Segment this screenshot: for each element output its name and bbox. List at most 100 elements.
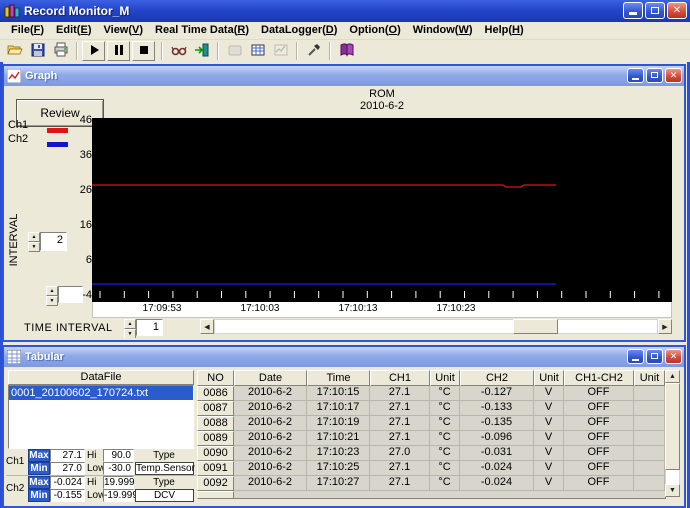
- graph-maximize-button[interactable]: [646, 68, 663, 83]
- toolbar-separator: [296, 42, 298, 60]
- graph-window-icon: [7, 69, 21, 83]
- table-cell: 27.0: [370, 446, 430, 461]
- time-interval-label: TIME INTERVAL: [24, 322, 113, 334]
- pause-button[interactable]: [107, 41, 130, 61]
- menu-item-edit[interactable]: Edit(E): [50, 23, 97, 38]
- tabular-titlebar: Tabular ✕: [4, 347, 684, 367]
- v-scrollbar-thumb[interactable]: [665, 383, 680, 470]
- graph-minimize-button[interactable]: [627, 68, 644, 83]
- time-interval-spinner: ▲ ▼ 1: [124, 319, 163, 336]
- play-button[interactable]: [82, 41, 105, 61]
- plot-area: [92, 118, 672, 302]
- x-tick-label: 17:10:03: [228, 303, 292, 314]
- column-header-unit[interactable]: Unit: [534, 370, 564, 386]
- type-value[interactable]: DCV: [135, 489, 194, 502]
- table-cell: 2010-6-2: [234, 476, 307, 491]
- column-header-ch2[interactable]: CH2: [460, 370, 534, 386]
- spin-up-icon[interactable]: ▲: [124, 319, 136, 329]
- h-scrollbar-track[interactable]: [214, 319, 658, 334]
- table-row[interactable]: 00872010-6-217:10:1727.1°C-0.133VOFF: [197, 401, 665, 416]
- offset-value[interactable]: [58, 286, 83, 303]
- interval-value[interactable]: 2: [40, 232, 67, 251]
- tools-button[interactable]: [302, 41, 325, 61]
- open-button[interactable]: [3, 41, 26, 61]
- table-row[interactable]: 00892010-6-217:10:2127.1°C-0.096VOFF: [197, 431, 665, 446]
- row-number-cell: 0087: [197, 401, 234, 416]
- column-header-time[interactable]: Time: [307, 370, 370, 386]
- interval-axis-label: INTERVAL: [8, 213, 20, 267]
- tabular-close-button[interactable]: ✕: [665, 349, 682, 364]
- table-row[interactable]: 00902010-6-217:10:2327.0°C-0.031VOFF: [197, 446, 665, 461]
- toolbar-separator: [76, 42, 78, 60]
- help-button[interactable]: [335, 41, 358, 61]
- help-icon: [339, 42, 355, 61]
- time-interval-value[interactable]: 1: [136, 319, 163, 336]
- table-cell: V: [534, 461, 564, 476]
- table-cell: V: [534, 476, 564, 491]
- toolbar-separator: [329, 42, 331, 60]
- scroll-right-icon[interactable]: ▶: [658, 319, 672, 334]
- graph-close-button[interactable]: ✕: [665, 68, 682, 83]
- window-button: [223, 41, 246, 61]
- close-button[interactable]: ✕: [667, 2, 687, 19]
- scroll-down-icon[interactable]: ▼: [665, 484, 680, 497]
- print-button[interactable]: [49, 41, 72, 61]
- table-cell: 27.1: [370, 476, 430, 491]
- table-row[interactable]: 00912010-6-217:10:2527.1°C-0.024VOFF: [197, 461, 665, 476]
- min-label: Min: [28, 462, 50, 475]
- type-value[interactable]: Temp.Sensor: [135, 462, 194, 475]
- menu-item-view[interactable]: View(V): [98, 23, 150, 38]
- spin-down-icon[interactable]: ▼: [46, 296, 58, 306]
- maximize-button[interactable]: [645, 2, 665, 19]
- toolbar-separator: [161, 42, 163, 60]
- datafile-item[interactable]: 0001_20100602_170724.txt: [9, 386, 193, 400]
- column-header-ch1-ch2[interactable]: CH1-CH2: [564, 370, 634, 386]
- tabular-window-icon: [7, 350, 21, 364]
- menu-item-option[interactable]: Option(O): [343, 23, 406, 38]
- spin-up-icon[interactable]: ▲: [46, 286, 58, 296]
- interval-spinner: ▲ ▼ 2: [28, 232, 67, 251]
- menu-item-file[interactable]: File(F): [5, 23, 50, 38]
- close-icon: ✕: [673, 5, 681, 16]
- table-cell: OFF: [564, 431, 634, 446]
- x-tick-label: 17:09:53: [130, 303, 194, 314]
- table-row[interactable]: 00862010-6-217:10:1527.1°C-0.127VOFF: [197, 386, 665, 401]
- menu-item-window[interactable]: Window(W): [407, 23, 479, 38]
- save-button[interactable]: [26, 41, 49, 61]
- scroll-up-icon[interactable]: ▲: [665, 370, 680, 383]
- menu-item-help[interactable]: Help(H): [479, 23, 530, 38]
- table-cell: °C: [430, 386, 460, 401]
- glasses-button[interactable]: [167, 41, 190, 61]
- close-icon: ✕: [670, 351, 678, 361]
- table-button[interactable]: [246, 41, 269, 61]
- table-cell: -0.135: [460, 416, 534, 431]
- row-number-cell: 0090: [197, 446, 234, 461]
- tabular-minimize-button[interactable]: [627, 349, 644, 364]
- menu-item-real-time-data[interactable]: Real Time Data(R): [149, 23, 255, 38]
- table-cell: 17:10:17: [307, 401, 370, 416]
- column-header-no[interactable]: NO: [197, 370, 234, 386]
- table-cell: -0.096: [460, 431, 534, 446]
- spin-down-icon[interactable]: ▼: [28, 242, 40, 252]
- exit-button[interactable]: [190, 41, 213, 61]
- scroll-left-icon[interactable]: ◀: [200, 319, 214, 334]
- tabular-maximize-button[interactable]: [646, 349, 663, 364]
- menu-item-datalogger[interactable]: DataLogger(D): [255, 23, 343, 38]
- stop-button[interactable]: [132, 41, 155, 61]
- table-cell: °C: [430, 401, 460, 416]
- minimize-button[interactable]: [623, 2, 643, 19]
- type-label: Type: [134, 477, 194, 488]
- column-header-date[interactable]: Date: [234, 370, 307, 386]
- table-cell: [634, 461, 665, 476]
- table-row[interactable]: 00922010-6-217:10:2727.1°C-0.024VOFF: [197, 476, 665, 491]
- spin-down-icon[interactable]: ▼: [124, 329, 136, 338]
- table-row[interactable]: 00882010-6-217:10:1927.1°C-0.135VOFF: [197, 416, 665, 431]
- column-header-ch1[interactable]: CH1: [370, 370, 430, 386]
- row-number-cell: 0092: [197, 476, 234, 491]
- column-header-unit[interactable]: Unit: [430, 370, 460, 386]
- column-header-unit[interactable]: Unit: [634, 370, 665, 386]
- h-scrollbar-thumb[interactable]: [513, 319, 558, 334]
- spin-up-icon[interactable]: ▲: [28, 232, 40, 242]
- table-cell: OFF: [564, 446, 634, 461]
- app-window: Record Monitor_M ✕ File(F)Edit(E)View(V)…: [0, 0, 690, 508]
